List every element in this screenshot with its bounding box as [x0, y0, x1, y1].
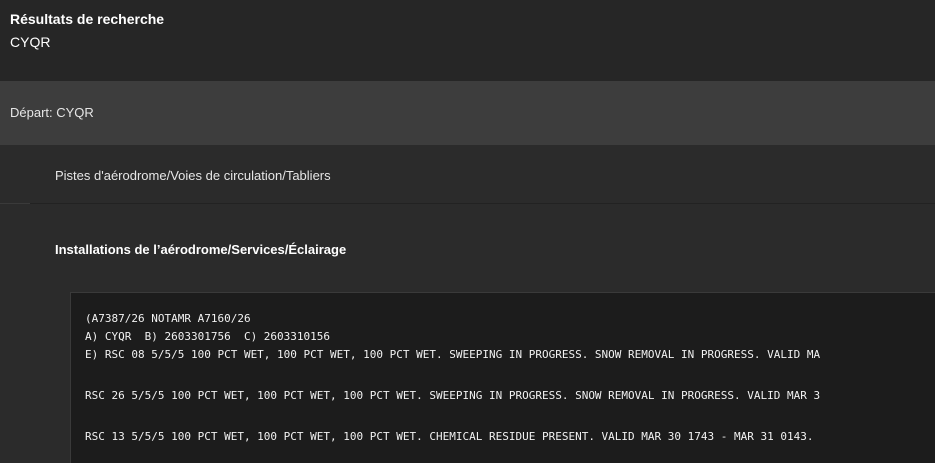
section-runways-taxiways-aprons[interactable]: Pistes d'aérodrome/Voies de circulation/…: [0, 145, 935, 204]
search-results-header: Résultats de recherche CYQR: [0, 0, 935, 81]
section-label: Installations de l’aérodrome/Services/Éc…: [55, 242, 347, 257]
notam-content: (A7387/26 NOTAMR A7160/26 A) CYQR B) 260…: [71, 293, 935, 443]
departure-label: Départ: CYQR: [10, 105, 94, 120]
section-label: Pistes d'aérodrome/Voies de circulation/…: [55, 168, 331, 183]
notam-line: E) RSC 08 5/5/5 100 PCT WET, 100 PCT WET…: [85, 348, 821, 361]
notam-line: A) CYQR B) 2603301756 C) 2603310156: [85, 330, 331, 343]
page-title: Résultats de recherche: [10, 11, 165, 27]
departure-accordion[interactable]: Départ: CYQR: [0, 81, 935, 145]
section-aerodrome-facilities-services-lighting[interactable]: Installations de l’aérodrome/Services/Éc…: [0, 204, 935, 284]
notam-line: RSC 13 5/5/5 100 PCT WET, 100 PCT WET, 1…: [85, 430, 814, 443]
search-query: CYQR: [10, 34, 51, 50]
notam-line: (A7387/26 NOTAMR A7160/26: [85, 312, 251, 325]
notam-line: RSC 26 5/5/5 100 PCT WET, 100 PCT WET, 1…: [85, 389, 821, 402]
notam-text-box: (A7387/26 NOTAMR A7160/26 A) CYQR B) 260…: [70, 292, 935, 463]
